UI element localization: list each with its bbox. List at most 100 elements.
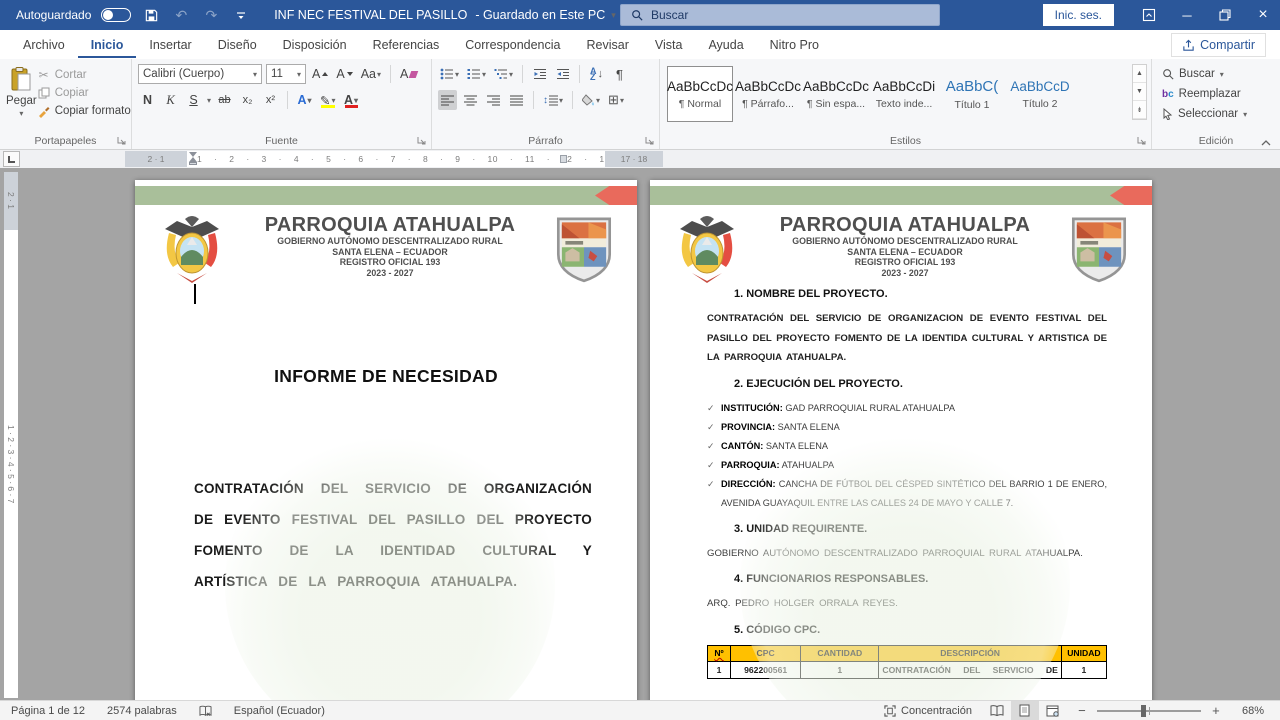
align-right-button[interactable] bbox=[484, 90, 503, 110]
right-indent-marker[interactable] bbox=[560, 155, 567, 163]
bold-button[interactable]: N bbox=[138, 90, 157, 110]
web-layout-icon[interactable] bbox=[1039, 701, 1067, 720]
language-indicator[interactable]: Español (Ecuador) bbox=[223, 705, 336, 717]
dialog-launcher-icon[interactable] bbox=[645, 136, 655, 146]
zoom-track[interactable] bbox=[1097, 710, 1201, 712]
tab-referencias[interactable]: Referencias bbox=[360, 32, 453, 58]
paste-button[interactable]: Pegar ▾ bbox=[6, 64, 37, 133]
tab-vista[interactable]: Vista bbox=[642, 32, 696, 58]
cell-cpc[interactable]: 962200561 bbox=[731, 661, 801, 678]
grow-font-button[interactable]: A bbox=[310, 64, 330, 84]
styles-scroll-down-icon[interactable]: ▼ bbox=[1133, 83, 1146, 101]
style-parrafo[interactable]: AaBbCcDc ¶ Párrafo... bbox=[735, 66, 801, 122]
line-spacing-button[interactable]: ↕ ▾ bbox=[541, 90, 565, 110]
tab-archivo[interactable]: Archivo bbox=[10, 32, 78, 58]
read-mode-icon[interactable] bbox=[983, 701, 1011, 720]
dialog-launcher-icon[interactable] bbox=[117, 136, 127, 146]
list-item[interactable]: ✓PROVINCIA: SANTA ELENA bbox=[707, 418, 1107, 437]
close-icon[interactable]: × bbox=[1246, 0, 1280, 30]
ecuador-coat-of-arms[interactable] bbox=[672, 211, 742, 291]
styles-scroll-up-icon[interactable]: ▲ bbox=[1133, 65, 1146, 83]
replace-button[interactable]: bc Reemplazar bbox=[1162, 84, 1274, 104]
superscript-button[interactable]: x² bbox=[261, 90, 280, 110]
cell-cantidad[interactable]: 1 bbox=[801, 661, 879, 678]
parish-shield-logo[interactable] bbox=[553, 211, 615, 287]
shrink-font-button[interactable]: A bbox=[334, 64, 354, 84]
zoom-level[interactable]: 68% bbox=[1231, 705, 1280, 717]
show-marks-button[interactable]: ¶ bbox=[610, 64, 629, 84]
sort-button[interactable]: AZ ↓ bbox=[587, 64, 606, 84]
zoom-out-icon[interactable]: − bbox=[1075, 703, 1089, 718]
print-layout-icon[interactable] bbox=[1011, 701, 1039, 720]
font-color-button[interactable]: A▾ bbox=[342, 90, 361, 110]
section-heading-5[interactable]: 5. CÓDIGO CPC. bbox=[707, 624, 1107, 636]
word-count[interactable]: 2574 palabras bbox=[96, 705, 188, 717]
numbered-list-button[interactable]: ▾ bbox=[465, 64, 488, 84]
document-page-1[interactable]: PARROQUIA ATAHUALPA GOBIERNO AUTÓNOMO DE… bbox=[135, 180, 637, 700]
style-titulo-1[interactable]: AaBbC( Título 1 bbox=[939, 66, 1005, 122]
tab-inicio[interactable]: Inicio bbox=[78, 32, 137, 58]
text-effects-button[interactable]: A▾ bbox=[295, 90, 314, 110]
strikethrough-button[interactable]: ab bbox=[215, 90, 234, 110]
bullet-list-button[interactable]: ▾ bbox=[438, 64, 461, 84]
font-name-select[interactable]: Calibri (Cuerpo) ▾ bbox=[138, 64, 262, 84]
cell-unidad[interactable]: 1 bbox=[1061, 661, 1106, 678]
list-item[interactable]: ✓DIRECCIÓN: CANCHA DE FÚTBOL DEL CÉSPED … bbox=[707, 475, 1107, 513]
style-titulo-2[interactable]: AaBbCcD Título 2 bbox=[1007, 66, 1073, 122]
cut-button[interactable]: ✂ Cortar bbox=[37, 68, 131, 82]
tab-diseno[interactable]: Diseño bbox=[205, 32, 270, 58]
tab-disposicion[interactable]: Disposición bbox=[270, 32, 360, 58]
proofing-status-icon[interactable] bbox=[188, 705, 223, 717]
section-heading-1[interactable]: 1. NOMBRE DEL PROYECTO. bbox=[707, 288, 1107, 300]
zoom-slider[interactable]: − + bbox=[1075, 703, 1223, 718]
tab-ayuda[interactable]: Ayuda bbox=[695, 32, 756, 58]
highlight-button[interactable]: ✎▾ bbox=[318, 90, 338, 110]
zoom-thumb[interactable] bbox=[1141, 705, 1146, 717]
parish-shield-logo[interactable] bbox=[1068, 211, 1130, 287]
section-heading-3[interactable]: 3. UNIDAD REQUIRENTE. bbox=[707, 523, 1107, 535]
format-painter-button[interactable]: Copiar formato bbox=[37, 104, 131, 118]
decrease-indent-button[interactable] bbox=[530, 64, 549, 84]
ribbon-display-options-icon[interactable] bbox=[1132, 0, 1166, 30]
list-item[interactable]: ✓INSTITUCIÓN: GAD PARROQUIAL RURAL ATAHU… bbox=[707, 399, 1107, 418]
find-button[interactable]: Buscar ▾ bbox=[1162, 64, 1274, 84]
align-left-button[interactable] bbox=[438, 90, 457, 110]
tab-insertar[interactable]: Insertar bbox=[136, 32, 204, 58]
undo-icon[interactable]: ↶ bbox=[171, 5, 191, 25]
zoom-in-icon[interactable]: + bbox=[1209, 703, 1223, 718]
select-button[interactable]: Seleccionar ▾ bbox=[1162, 104, 1274, 124]
dialog-launcher-icon[interactable] bbox=[1137, 136, 1147, 146]
section-heading-4[interactable]: 4. FUNCIONARIOS RESPONSABLES. bbox=[707, 573, 1107, 585]
search-input[interactable]: Buscar bbox=[620, 4, 940, 26]
italic-button[interactable]: K bbox=[161, 90, 180, 110]
cell-descripcion[interactable]: CONTRATACIÓN DEL SERVICIO DE bbox=[879, 661, 1061, 678]
list-item[interactable]: ✓CANTÓN: SANTA ELENA bbox=[707, 437, 1107, 456]
tab-correspondencia[interactable]: Correspondencia bbox=[452, 32, 573, 58]
cell-numero[interactable]: 1 bbox=[708, 661, 731, 678]
minimize-icon[interactable]: ─ bbox=[1170, 0, 1204, 30]
indent-markers[interactable] bbox=[189, 152, 197, 165]
section-paragraph-1[interactable]: CONTRATACIÓN DEL SERVICIO DE ORGANIZACIO… bbox=[707, 309, 1107, 368]
multilevel-list-button[interactable]: ▾ bbox=[492, 64, 515, 84]
change-case-button[interactable]: Aa▾ bbox=[359, 64, 383, 84]
clear-formatting-button[interactable]: A bbox=[398, 64, 419, 84]
tab-nitro-pro[interactable]: Nitro Pro bbox=[757, 32, 832, 58]
shading-button[interactable]: ▾ bbox=[580, 90, 602, 110]
increase-indent-button[interactable] bbox=[553, 64, 572, 84]
style-texto-independiente[interactable]: AaBbCcDi Texto inde... bbox=[871, 66, 937, 122]
align-center-button[interactable] bbox=[461, 90, 480, 110]
restore-icon[interactable] bbox=[1208, 0, 1242, 30]
sign-in-button[interactable]: Inic. ses. bbox=[1043, 4, 1114, 26]
share-button[interactable]: Compartir bbox=[1171, 33, 1266, 57]
chevron-down-icon[interactable]: ▾ bbox=[207, 96, 211, 105]
section-heading-2[interactable]: 2. EJECUCIÓN DEL PROYECTO. bbox=[707, 378, 1107, 390]
tab-revisar[interactable]: Revisar bbox=[573, 32, 641, 58]
section-paragraph-3[interactable]: GOBIERNO AUTÓNOMO DESCENTRALIZADO PARROQ… bbox=[707, 544, 1107, 564]
styles-gallery-more-icon[interactable]: ⇟ bbox=[1133, 101, 1146, 119]
subscript-button[interactable]: x₂ bbox=[238, 90, 257, 110]
copy-button[interactable]: Copiar bbox=[37, 86, 131, 100]
font-size-select[interactable]: 11 ▾ bbox=[266, 64, 306, 84]
document-page-2[interactable]: PARROQUIA ATAHUALPA GOBIERNO AUTÓNOMO DE… bbox=[650, 180, 1152, 700]
style-sin-espaciado[interactable]: AaBbCcDc ¶ Sin espa... bbox=[803, 66, 869, 122]
focus-mode-button[interactable]: Concentración bbox=[873, 705, 983, 717]
